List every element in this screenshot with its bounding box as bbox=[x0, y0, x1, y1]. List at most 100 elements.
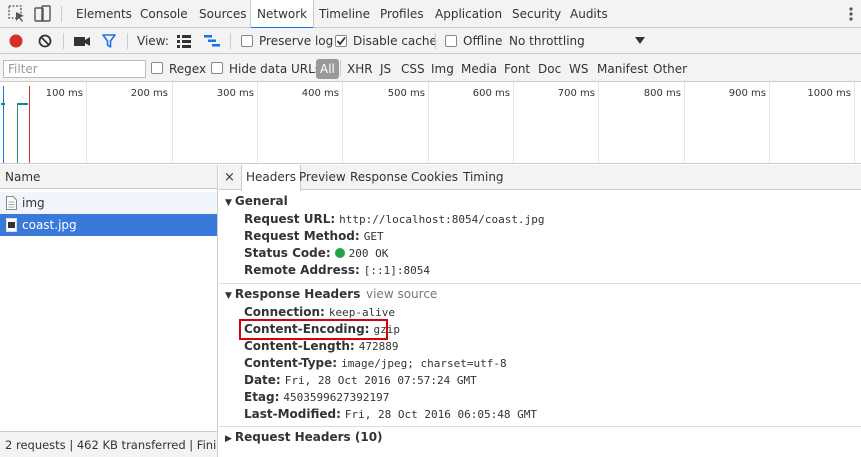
header-key: Last-Modified: bbox=[244, 407, 341, 421]
expanded-arrow-icon: ▼ bbox=[225, 198, 232, 208]
type-filter-js[interactable]: JS bbox=[380, 62, 391, 76]
view-label: View: bbox=[137, 34, 169, 48]
large-rows-icon[interactable] bbox=[176, 34, 192, 48]
disable-cache-label: Disable cache bbox=[353, 34, 437, 48]
section-title: Response Headers bbox=[234, 287, 361, 301]
image-file-icon bbox=[6, 218, 17, 232]
type-filter-ws[interactable]: WS bbox=[569, 62, 588, 76]
record-icon[interactable] bbox=[8, 33, 24, 49]
details-tab-bar: × Headers Preview Response Cookies Timin… bbox=[219, 165, 861, 191]
timeline-overview[interactable]: 100 ms 200 ms 300 ms 400 ms 500 ms 600 m… bbox=[0, 82, 861, 164]
divider bbox=[230, 33, 231, 49]
request-bar bbox=[17, 103, 28, 105]
header-line: Status Code: 200 OK bbox=[244, 245, 388, 262]
divider bbox=[61, 6, 62, 22]
hide-data-urls-label: Hide data URLs bbox=[229, 62, 322, 76]
devtools-tab-bar: Elements Console Sources Network Timelin… bbox=[0, 0, 861, 29]
tab-headers[interactable]: Headers bbox=[241, 165, 301, 191]
preserve-log-checkbox[interactable] bbox=[241, 35, 253, 47]
throttling-select[interactable]: No throttling bbox=[509, 34, 585, 48]
tab-security[interactable]: Security bbox=[506, 0, 567, 28]
tab-cookies[interactable]: Cookies bbox=[407, 165, 462, 190]
tab-elements[interactable]: Elements bbox=[70, 0, 138, 28]
header-value: 200 OK bbox=[348, 247, 389, 260]
hide-data-urls-checkbox[interactable] bbox=[211, 62, 223, 74]
waterfall-overview-icon[interactable] bbox=[203, 34, 221, 48]
header-key: Request Method: bbox=[244, 229, 360, 243]
request-name: coast.jpg bbox=[22, 218, 77, 232]
tab-response[interactable]: Response bbox=[346, 165, 412, 190]
header-key: Content-Length: bbox=[244, 339, 355, 353]
type-filter-font[interactable]: Font bbox=[504, 62, 530, 76]
type-filter-other[interactable]: Other bbox=[653, 62, 687, 76]
header-value: keep-alive bbox=[328, 306, 396, 319]
regex-checkbox[interactable] bbox=[151, 62, 163, 74]
divider bbox=[219, 283, 861, 284]
header-line: Request Method: GET bbox=[244, 228, 384, 245]
header-line: Etag: 4503599627392197 bbox=[244, 389, 389, 406]
response-headers-section-toggle[interactable]: ▼ Response Headers bbox=[225, 287, 360, 301]
filter-bar: Regex Hide data URLs All XHR JS CSS Img … bbox=[0, 54, 861, 82]
tab-network[interactable]: Network bbox=[250, 0, 315, 29]
offline-checkbox[interactable] bbox=[445, 35, 457, 47]
header-line: Request URL: http://localhost:8054/coast.… bbox=[244, 211, 544, 228]
header-value: http://localhost:8054/coast.jpg bbox=[339, 213, 545, 226]
tab-sources[interactable]: Sources bbox=[193, 0, 252, 28]
type-filter-manifest[interactable]: Manifest bbox=[597, 62, 648, 76]
tab-timing[interactable]: Timing bbox=[459, 165, 508, 190]
tick-label: 900 ms bbox=[728, 88, 766, 99]
inspect-element-icon[interactable] bbox=[8, 5, 26, 23]
highlight-box bbox=[239, 319, 388, 340]
tick-label: 500 ms bbox=[387, 88, 425, 99]
filter-input[interactable] bbox=[3, 60, 146, 78]
tick-label: 1000 ms bbox=[807, 88, 851, 99]
type-filter-css[interactable]: CSS bbox=[401, 62, 425, 76]
capture-screenshots-icon[interactable] bbox=[73, 34, 91, 48]
request-headers-section-toggle[interactable]: ▶ Request Headers (10) bbox=[225, 430, 383, 444]
type-filter-doc[interactable]: Doc bbox=[538, 62, 561, 76]
load-marker bbox=[29, 86, 30, 163]
type-filter-xhr[interactable]: XHR bbox=[347, 62, 373, 76]
header-key: Connection: bbox=[244, 305, 325, 319]
type-filter-all[interactable]: All bbox=[316, 59, 339, 79]
tick-label: 700 ms bbox=[557, 88, 595, 99]
more-options-icon[interactable] bbox=[849, 6, 853, 22]
tick-label: 600 ms bbox=[472, 88, 510, 99]
device-toolbar-icon[interactable] bbox=[33, 5, 51, 23]
tab-preview[interactable]: Preview bbox=[295, 165, 350, 190]
header-value: 472889 bbox=[358, 340, 399, 353]
request-details-panel: × Headers Preview Response Cookies Timin… bbox=[219, 165, 861, 457]
tab-application[interactable]: Application bbox=[429, 0, 508, 28]
header-line: Content-Length: 472889 bbox=[244, 338, 398, 355]
name-column-header[interactable]: Name bbox=[0, 165, 217, 189]
request-marker bbox=[17, 103, 18, 163]
header-value: 4503599627392197 bbox=[283, 391, 390, 404]
filter-icon[interactable] bbox=[101, 33, 117, 49]
tick-label: 200 ms bbox=[130, 88, 168, 99]
request-row-coast-jpg[interactable]: coast.jpg bbox=[0, 214, 217, 236]
divider bbox=[127, 33, 128, 49]
disable-cache-checkbox[interactable] bbox=[335, 35, 347, 47]
header-key: Request URL: bbox=[244, 212, 336, 226]
header-key: Etag: bbox=[244, 390, 280, 404]
network-toolbar: View: Preserve log Disable cache Offline… bbox=[0, 28, 861, 54]
request-row-img[interactable]: img bbox=[0, 192, 217, 214]
divider bbox=[63, 33, 64, 49]
header-key: Status Code: bbox=[244, 246, 331, 260]
tick-label: 800 ms bbox=[643, 88, 681, 99]
tab-console[interactable]: Console bbox=[134, 0, 194, 28]
type-filter-img[interactable]: Img bbox=[431, 62, 454, 76]
divider bbox=[435, 33, 436, 49]
header-value: Fri, 28 Oct 2016 06:05:48 GMT bbox=[344, 408, 537, 421]
dropdown-arrow-icon[interactable] bbox=[635, 37, 645, 45]
divider bbox=[340, 60, 341, 76]
type-filter-media[interactable]: Media bbox=[461, 62, 497, 76]
tick-label: 100 ms bbox=[45, 88, 83, 99]
tab-timeline[interactable]: Timeline bbox=[313, 0, 376, 28]
view-source-link[interactable]: view source bbox=[366, 287, 437, 301]
close-icon[interactable]: × bbox=[224, 170, 235, 185]
general-section-toggle[interactable]: ▼ General bbox=[225, 194, 288, 208]
tab-audits[interactable]: Audits bbox=[564, 0, 614, 28]
tab-profiles[interactable]: Profiles bbox=[374, 0, 430, 28]
clear-icon[interactable] bbox=[37, 33, 53, 49]
